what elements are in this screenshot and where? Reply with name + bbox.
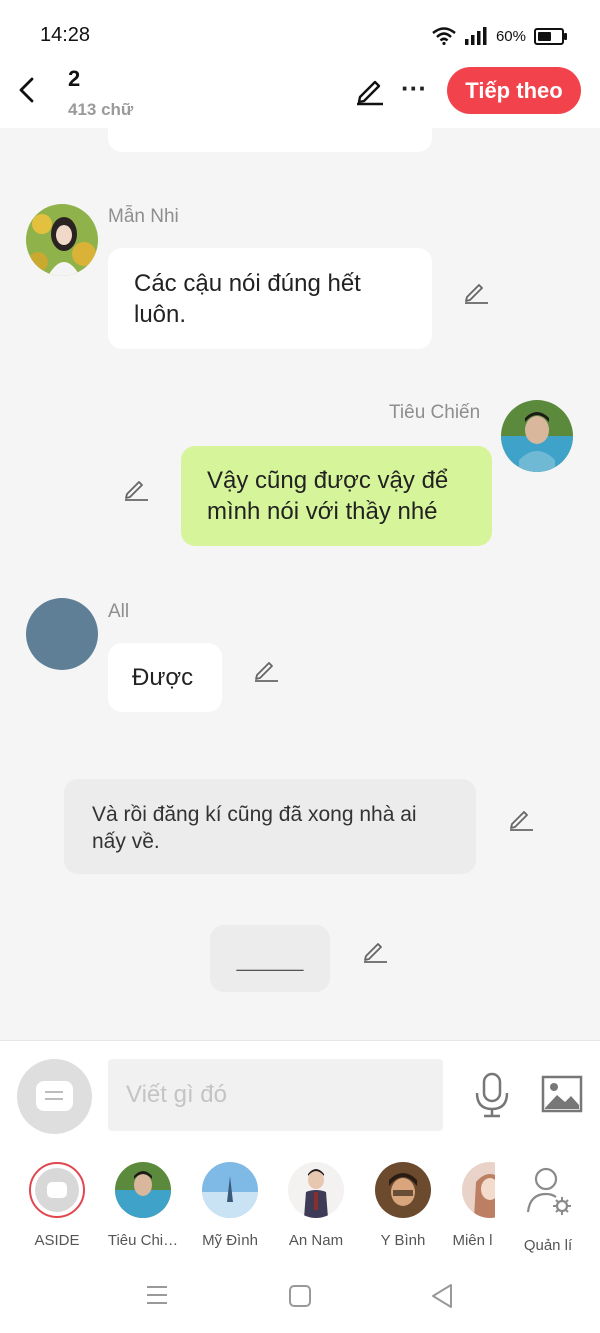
- input-bar: [0, 1040, 600, 1151]
- avatar-tieu-chien[interactable]: [501, 400, 573, 472]
- avatar: [288, 1162, 344, 1218]
- aside-toggle-button[interactable]: [17, 1059, 92, 1134]
- character-y-binh[interactable]: Y Bình: [360, 1162, 446, 1249]
- manage-button[interactable]: Quản lí: [505, 1162, 591, 1254]
- character-bar: ASIDE Tiêu Chi… Mỹ Đình An Nam Y Bình Mi…: [0, 1150, 600, 1260]
- battery-fill: [538, 31, 551, 41]
- pen-icon[interactable]: [362, 937, 388, 963]
- signal-icon: [464, 27, 487, 45]
- character-tieu-chien[interactable]: Tiêu Chi…: [100, 1162, 186, 1249]
- editor-header: 2 413 chữ ··· Tiếp theo: [0, 60, 600, 128]
- next-button[interactable]: Tiếp theo: [447, 67, 581, 114]
- character-label: Tiêu Chi…: [107, 1232, 179, 1249]
- battery-percent: 60%: [495, 27, 526, 45]
- status-time: 14:28: [40, 24, 91, 46]
- avatar: [375, 1162, 431, 1218]
- battery-icon: [534, 27, 567, 45]
- chat-area: Mẫn Nhi Các cậu nói đúng hết luôn. Tiêu …: [0, 128, 600, 1040]
- back-icon[interactable]: [16, 74, 38, 106]
- pen-icon[interactable]: [463, 278, 489, 304]
- back-nav-icon[interactable]: [430, 1283, 454, 1309]
- aside-avatar: [29, 1162, 85, 1218]
- status-icons: 60%: [432, 24, 567, 48]
- speaker-name: Mẫn Nhi: [108, 206, 179, 227]
- home-icon[interactable]: [288, 1284, 312, 1308]
- speaker-name: All: [108, 601, 130, 622]
- manage-icon: [526, 1167, 571, 1215]
- wifi-icon: [432, 27, 456, 45]
- mic-icon[interactable]: [472, 1071, 512, 1119]
- character-label: ASIDE: [34, 1232, 80, 1249]
- edit-icon[interactable]: [354, 74, 386, 106]
- speaker-name: Tiêu Chiến: [389, 402, 481, 423]
- character-aside[interactable]: ASIDE: [14, 1162, 100, 1249]
- message-line: Các cậu nói đúng hết: [134, 270, 361, 297]
- character-an-nam[interactable]: An Nam: [273, 1162, 359, 1249]
- narration-line: Và rồi đăng kí cũng đã xong nhà ai: [92, 803, 417, 826]
- message-line: Vậy cũng được vậy để: [207, 467, 449, 494]
- system-nav-bar: [0, 1260, 600, 1333]
- message-bubble[interactable]: Được: [108, 643, 222, 712]
- message-bubble[interactable]: Các cậu nói đúng hết luôn.: [108, 248, 432, 349]
- character-my-dinh[interactable]: Mỹ Đình: [187, 1162, 273, 1249]
- message-line: luôn.: [134, 301, 187, 328]
- character-label: Miên l: [452, 1232, 493, 1249]
- pen-icon[interactable]: [253, 656, 279, 682]
- menu-icon[interactable]: [145, 1284, 169, 1306]
- chapter-number: 2: [68, 66, 81, 91]
- avatar: [115, 1162, 171, 1218]
- narration-block[interactable]: Và rồi đăng kí cũng đã xong nhà ai nấy v…: [64, 779, 476, 874]
- avatar: [202, 1162, 258, 1218]
- message-text: Được: [132, 664, 194, 691]
- character-mien[interactable]: Miên l: [450, 1162, 495, 1249]
- pen-icon[interactable]: [508, 805, 534, 831]
- separator-block[interactable]: ______: [210, 925, 330, 992]
- message-line: mình nói với thầy nhé: [207, 498, 438, 525]
- character-label: An Nam: [288, 1232, 344, 1249]
- pen-icon[interactable]: [123, 475, 149, 501]
- word-count: 413 chữ: [68, 100, 134, 119]
- character-label: Quản lí: [523, 1237, 573, 1254]
- chat-icon: [36, 1081, 73, 1111]
- message-bubble-cut[interactable]: [108, 128, 432, 152]
- message-bubble-own[interactable]: Vậy cũng được vậy để mình nói với thầy n…: [181, 446, 492, 546]
- character-label: Mỹ Đình: [202, 1232, 258, 1249]
- image-icon[interactable]: [541, 1075, 583, 1113]
- character-label: Y Bình: [380, 1232, 426, 1249]
- more-icon[interactable]: ···: [400, 70, 428, 110]
- avatar-all[interactable]: [26, 598, 98, 670]
- avatar: [462, 1162, 495, 1218]
- message-input[interactable]: [108, 1059, 443, 1131]
- avatar-man-nhi[interactable]: [26, 204, 98, 276]
- narration-line: nấy về.: [92, 830, 160, 853]
